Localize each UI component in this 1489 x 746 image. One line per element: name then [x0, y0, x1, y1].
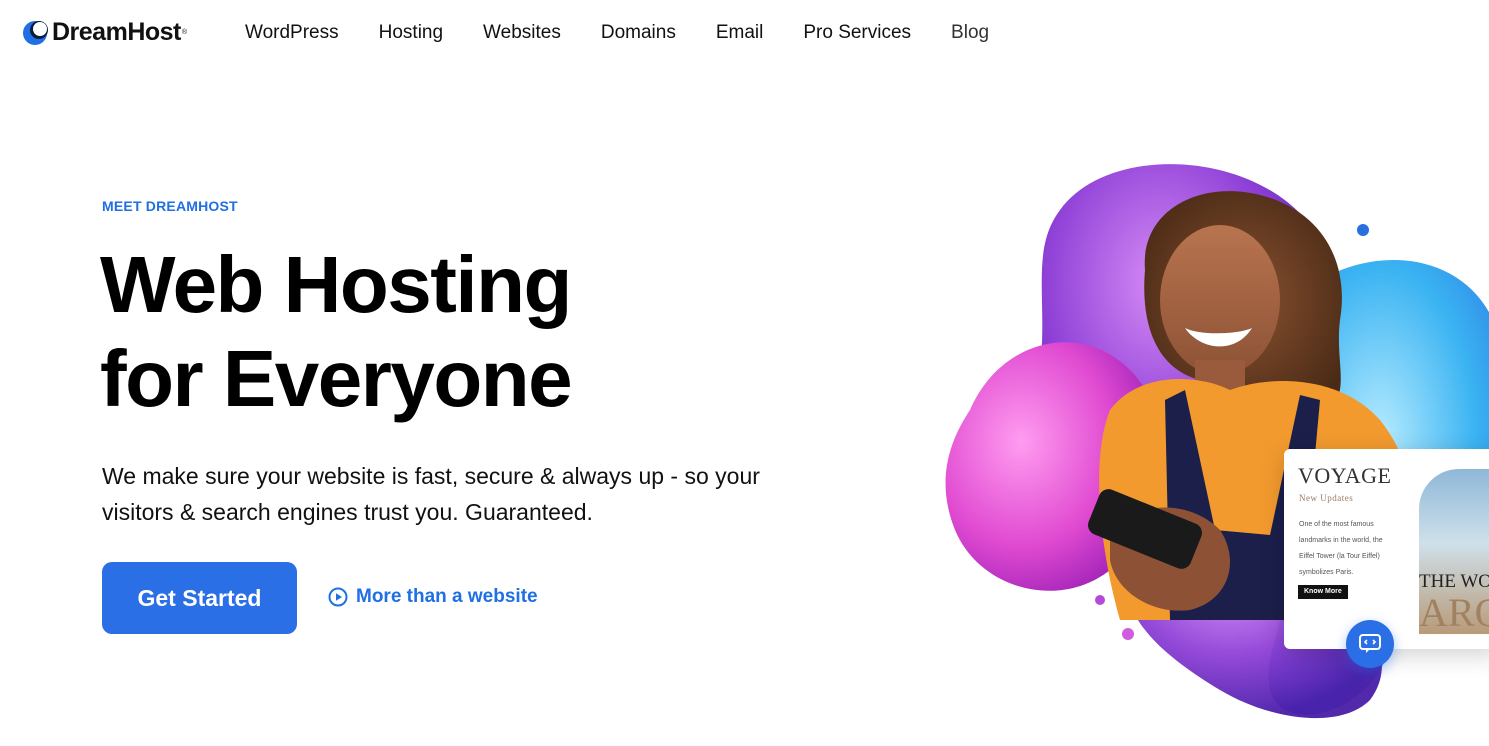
nav-menu: WordPress Hosting Websites Domains Email… [245, 22, 1029, 44]
hero-headline: Web Hosting for Everyone [100, 238, 573, 426]
droplet [1122, 628, 1134, 640]
card-headline-fragment-large: ARO [1419, 590, 1489, 635]
droplet [1095, 595, 1105, 605]
hero-illustration [940, 150, 1489, 746]
more-than-a-website-link[interactable]: More than a website [328, 586, 538, 608]
secondary-cta-label: More than a website [356, 586, 538, 607]
nav-pro-services[interactable]: Pro Services [803, 22, 911, 44]
nav-domains[interactable]: Domains [601, 22, 676, 44]
card-title: VOYAGE [1298, 463, 1392, 488]
nav-email[interactable]: Email [716, 22, 764, 44]
website-preview-card: VOYAGE New Updates One of the most famou… [1284, 449, 1489, 649]
registered-mark: ® [181, 29, 188, 36]
dreamhost-logo[interactable]: DreamHost ® [22, 18, 187, 47]
chat-button[interactable] [1346, 620, 1394, 668]
nav-hosting[interactable]: Hosting [379, 22, 443, 44]
droplet [1357, 224, 1369, 236]
hero-blob-art [945, 164, 1489, 719]
card-subtitle: New Updates [1299, 493, 1354, 503]
nav-blog[interactable]: Blog [951, 22, 989, 44]
brand-name: DreamHost [52, 18, 181, 46]
nav-wordpress[interactable]: WordPress [245, 22, 339, 44]
dreamhost-moon-icon [23, 20, 48, 45]
face [1160, 225, 1280, 375]
code-chat-icon [1359, 634, 1381, 653]
headline-line-1: Web Hosting [100, 240, 572, 329]
play-circle-icon [328, 587, 348, 607]
headline-line-2: for Everyone [100, 334, 573, 423]
hero-eyebrow: MEET DREAMHOST [102, 198, 238, 214]
hero-subtext: We make sure your website is fast, secur… [102, 463, 760, 525]
know-more-button[interactable]: Know More [1298, 585, 1348, 599]
card-body-text: One of the most famous landmarks in the … [1299, 521, 1383, 576]
nav-websites[interactable]: Websites [483, 22, 561, 44]
top-navigation: DreamHost ® WordPress Hosting Websites D… [0, 0, 1489, 66]
get-started-button[interactable]: Get Started [102, 562, 297, 634]
